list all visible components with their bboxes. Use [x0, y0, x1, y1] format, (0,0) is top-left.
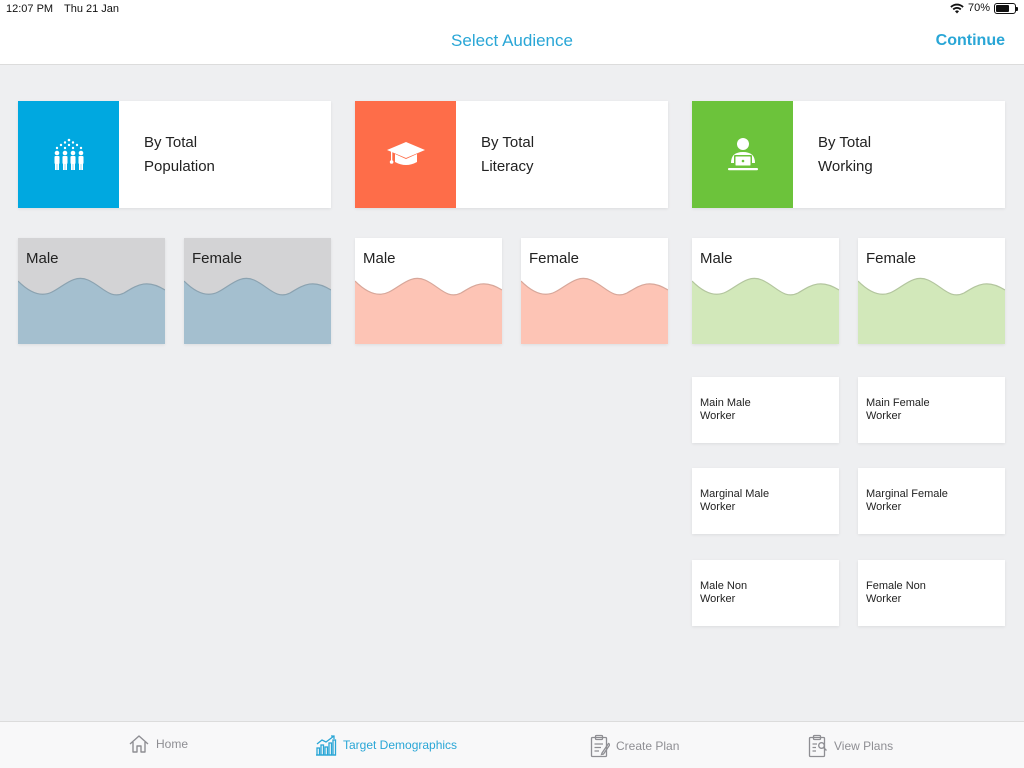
status-right: 70%: [950, 2, 1018, 14]
page-title: Select Audience: [451, 31, 573, 50]
worker-label-line1: Marginal Male: [700, 488, 770, 500]
worker-label-line2: Worker: [700, 501, 736, 513]
worker-label-line2: Worker: [866, 593, 902, 605]
tab-label-view-plans: View Plans: [834, 739, 894, 753]
worker-laptop-icon: [727, 137, 758, 170]
worker-label-line1: Main Male: [700, 397, 751, 409]
worker-label-line1: Marginal Female: [866, 488, 948, 500]
home-icon: [129, 735, 149, 753]
worker-card-non-female[interactable]: Female Non Worker: [858, 560, 1005, 626]
nav-bar: Select Audience Continue: [0, 20, 1024, 65]
chart-icon: [316, 735, 337, 756]
worker-label: Female Non Worker: [866, 580, 1001, 606]
gender-label-male: Male: [700, 250, 733, 267]
gender-card-working-female[interactable]: Female: [858, 238, 1005, 344]
worker-label-line2: Worker: [700, 593, 736, 605]
category-icon-box-literacy: [355, 101, 456, 208]
battery-icon: [994, 2, 1018, 14]
tab-label-home: Home: [156, 737, 189, 751]
gender-label-female: Female: [866, 250, 917, 267]
category-label-line2: Population: [144, 158, 215, 175]
status-date: Thu 21 Jan: [64, 3, 120, 15]
category-label-line2: Working: [818, 158, 873, 175]
worker-label-line1: Main Female: [866, 397, 930, 409]
worker-label-line1: Female Non: [866, 580, 926, 592]
category-card-literacy[interactable]: By Total Literacy: [355, 101, 668, 208]
graduation-cap-icon: [386, 141, 425, 165]
gender-label-male: Male: [363, 250, 396, 267]
tab-view-plans[interactable]: View Plans: [808, 734, 893, 758]
category-label-literacy: By Total Literacy: [481, 131, 534, 179]
category-label-line2: Literacy: [481, 158, 534, 175]
tab-label-target-demographics: Target Demographics: [343, 738, 458, 752]
status-time: 12:07 PM: [6, 3, 54, 15]
clipboard-view-icon: [808, 734, 827, 758]
worker-label: Male Non Worker: [700, 580, 835, 606]
category-label-line1: By Total: [818, 134, 872, 151]
worker-label: Main Female Worker: [866, 397, 1001, 423]
gender-card-population-female[interactable]: Female: [184, 238, 331, 344]
gender-label-male: Male: [26, 250, 59, 267]
worker-label: Marginal Male Worker: [700, 488, 835, 514]
gender-card-working-male[interactable]: Male: [692, 238, 839, 344]
tab-create-plan[interactable]: Create Plan: [590, 734, 679, 758]
continue-button[interactable]: Continue: [936, 32, 1005, 50]
worker-card-marginal-male[interactable]: Marginal Male Worker: [692, 468, 839, 534]
worker-label-line2: Worker: [866, 501, 902, 513]
worker-label: Main Male Worker: [700, 397, 835, 423]
category-label-population: By Total Population: [144, 131, 215, 179]
category-icon-box-population: [18, 101, 119, 208]
category-icon-box-working: [692, 101, 793, 208]
clipboard-edit-icon: [590, 734, 610, 758]
category-label-working: By Total Working: [818, 131, 873, 179]
gender-card-literacy-female[interactable]: Female: [521, 238, 668, 344]
category-label-line1: By Total: [144, 134, 198, 151]
worker-card-main-male[interactable]: Main Male Worker: [692, 377, 839, 443]
tab-bar: Home Target Demographics Create Plan Vie…: [0, 721, 1024, 768]
tab-label-create-plan: Create Plan: [616, 739, 680, 753]
tab-home[interactable]: Home: [128, 734, 188, 754]
tab-target-demographics[interactable]: Target Demographics: [315, 734, 457, 756]
battery-percent: 70%: [967, 2, 990, 14]
wifi-icon: [950, 3, 964, 13]
battery-fill: [996, 4, 1009, 12]
worker-card-main-female[interactable]: Main Female Worker: [858, 377, 1005, 443]
worker-card-non-male[interactable]: Male Non Worker: [692, 560, 839, 626]
worker-label-line1: Male Non: [700, 580, 748, 592]
gender-card-population-male[interactable]: Male: [18, 238, 165, 344]
gender-label-female: Female: [192, 250, 243, 267]
worker-label: Marginal Female Worker: [866, 488, 1001, 514]
category-card-working[interactable]: By Total Working: [692, 101, 1005, 208]
category-label-line1: By Total: [481, 134, 535, 151]
gender-card-literacy-male[interactable]: Male: [355, 238, 502, 344]
worker-label-line2: Worker: [700, 410, 736, 422]
worker-card-marginal-female[interactable]: Marginal Female Worker: [858, 468, 1005, 534]
gender-label-female: Female: [529, 250, 580, 267]
worker-label-line2: Worker: [866, 410, 902, 422]
population-icon: [54, 138, 83, 170]
status-bar: 12:07 PM Thu 21 Jan 70%: [0, 0, 1024, 20]
category-card-population[interactable]: By Total Population: [18, 101, 331, 208]
